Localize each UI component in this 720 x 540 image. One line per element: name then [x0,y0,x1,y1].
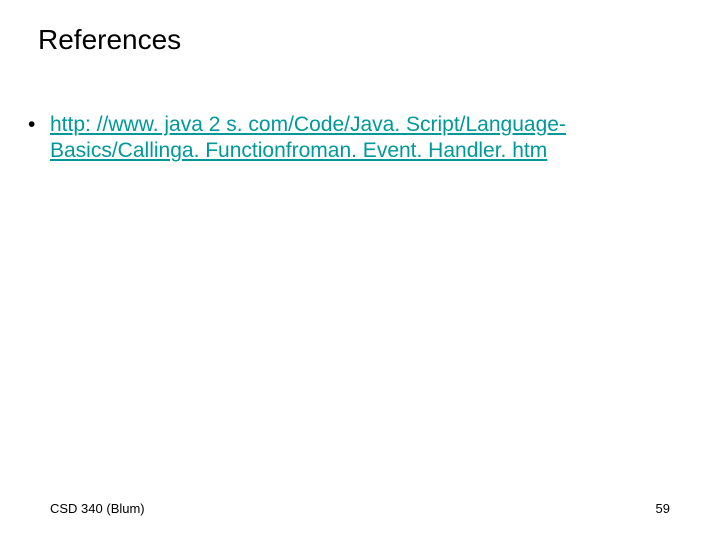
slide-title: References [38,24,181,56]
footer-page-number: 59 [656,501,670,516]
footer-course: CSD 340 (Blum) [50,501,145,516]
reference-link-line1: http: //www. java 2 s. com/Code/Java. Sc… [50,113,566,136]
slide: References • http: //www. java 2 s. com/… [0,0,720,540]
reference-link[interactable]: http: //www. java 2 s. com/Code/Java. Sc… [50,113,566,162]
bullet-marker: • [28,112,50,138]
bullet-text: http: //www. java 2 s. com/Code/Java. Sc… [50,112,680,165]
bullet-item: • http: //www. java 2 s. com/Code/Java. … [28,112,680,165]
reference-link-line2: Basics/Callinga. Functionfroman. Event. … [50,139,547,162]
slide-body: • http: //www. java 2 s. com/Code/Java. … [28,112,680,165]
